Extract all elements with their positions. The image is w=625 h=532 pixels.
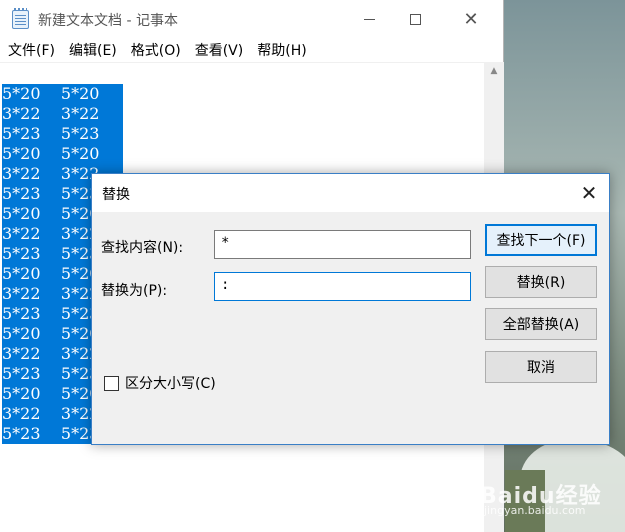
menu-format[interactable]: 格式(O) — [131, 40, 181, 60]
window-title: 新建文本文档 - 记事本 — [38, 13, 178, 29]
minimize-button[interactable] — [346, 0, 392, 38]
menu-help[interactable]: 帮助(H) — [257, 40, 306, 60]
match-case-checkbox[interactable] — [104, 375, 119, 391]
text-line: 5*23 5*23 — [2, 124, 123, 144]
menu-file[interactable]: 文件(F) — [8, 40, 55, 60]
arrow-up-icon: ▲ — [490, 66, 498, 76]
find-next-button[interactable]: 查找下一个(F) — [485, 224, 597, 256]
close-button[interactable]: ✕ — [448, 0, 494, 38]
dialog-close-button[interactable]: ✕ — [576, 180, 602, 206]
find-what-input[interactable]: * — [214, 230, 471, 259]
dialog-title-bar[interactable]: 替换 ✕ — [92, 174, 609, 212]
replace-button[interactable]: 替换(R) — [485, 266, 597, 298]
close-icon: ✕ — [580, 181, 598, 205]
maximize-button[interactable] — [392, 0, 438, 38]
menu-view[interactable]: 查看(V) — [195, 40, 244, 60]
minimize-icon — [363, 18, 375, 20]
replace-dialog: 替换 ✕ 查找内容(N): * 替换为(P): : 查找下一个(F) 替换(R)… — [91, 173, 610, 445]
notepad-icon — [12, 8, 29, 29]
text-line: 3*22 3*22 — [2, 104, 123, 124]
text-line: 5*20 5*20 — [2, 84, 123, 104]
dialog-body: 查找内容(N): * 替换为(P): : 查找下一个(F) 替换(R) 全部替换… — [92, 212, 609, 444]
dialog-title: 替换 — [102, 187, 130, 203]
menu-edit[interactable]: 编辑(E) — [69, 40, 117, 60]
watermark-url: jingyan.baidu.com — [484, 504, 586, 517]
match-case-option[interactable]: 区分大小写(C) — [104, 373, 216, 393]
match-case-label: 区分大小写(C) — [125, 376, 216, 392]
text-line: 5*20 5*20 — [2, 144, 123, 164]
scroll-up-button[interactable]: ▲ — [484, 62, 504, 80]
maximize-icon — [409, 13, 421, 25]
replace-with-input[interactable]: : — [214, 272, 471, 301]
close-icon: ✕ — [463, 8, 479, 30]
replace-all-button[interactable]: 全部替换(A) — [485, 308, 597, 340]
replace-with-label: 替换为(P): — [101, 283, 168, 299]
menu-bar: 文件(F) 编辑(E) 格式(O) 查看(V) 帮助(H) — [0, 38, 503, 62]
title-bar[interactable]: 新建文本文档 - 记事本 ✕ — [0, 0, 503, 38]
find-what-label: 查找内容(N): — [101, 240, 184, 256]
cancel-button[interactable]: 取消 — [485, 351, 597, 383]
